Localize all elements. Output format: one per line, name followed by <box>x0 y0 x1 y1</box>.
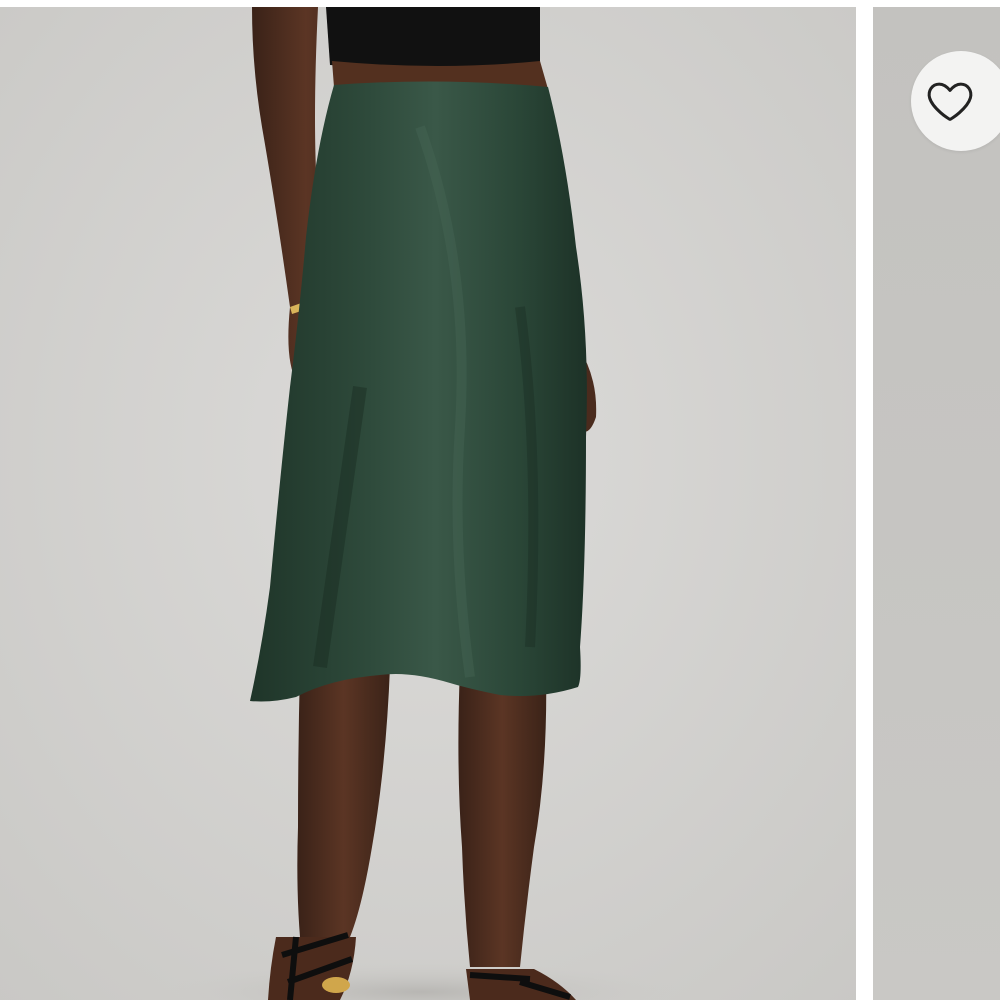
slide-gap <box>856 0 873 1000</box>
product-image-main[interactable] <box>0 7 856 1000</box>
black-crop-top <box>326 7 540 69</box>
wishlist-button[interactable] <box>911 51 1000 151</box>
product-image-gallery[interactable] <box>0 0 1000 1000</box>
product-image-next-peek[interactable] <box>873 7 1000 1000</box>
next-product-photo <box>873 7 1000 1000</box>
product-photo <box>0 7 856 1000</box>
heart-outline-icon <box>927 82 973 121</box>
left-sandal-buckle <box>322 977 350 993</box>
